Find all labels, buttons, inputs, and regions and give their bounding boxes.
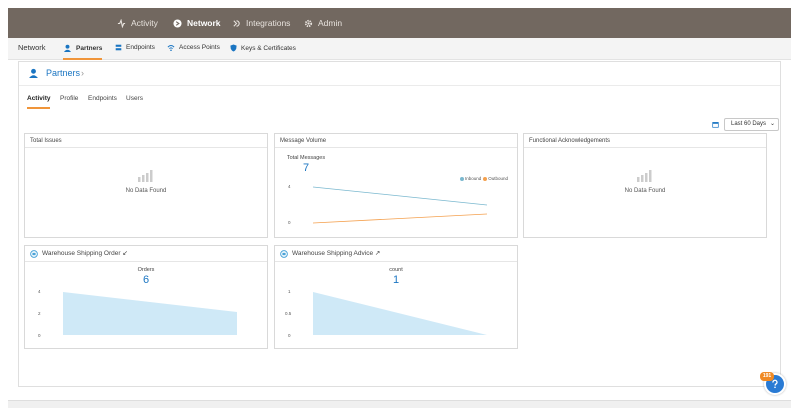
tab-users[interactable]: Users [126, 95, 143, 102]
active-tab-underline [27, 107, 50, 109]
nav-item-integrations[interactable]: Integrations [232, 8, 290, 38]
access-points-icon [167, 45, 175, 51]
partners-icon [29, 68, 38, 78]
partner-panel: Partners › Activity Profile Endpoints Us… [18, 61, 781, 387]
arrow-up-right-icon[interactable]: ↗ [375, 250, 380, 257]
date-range-select[interactable]: Last 60 Days ⌄ [724, 118, 779, 131]
breadcrumb-root[interactable]: Network [18, 43, 46, 52]
active-subnav-underline [63, 58, 102, 60]
card-title: Message Volume [275, 134, 517, 148]
subnav-item-endpoints[interactable]: Endpoints [115, 44, 155, 51]
arrow-down-left-icon[interactable]: ↙ [122, 250, 127, 257]
card-title: Warehouse Shipping Advice [292, 250, 374, 257]
no-data-text: No Data Found [125, 188, 167, 194]
nav-item-label: Integrations [246, 18, 291, 28]
metric-label: count [389, 267, 403, 273]
legend-swatch-outbound [483, 176, 488, 181]
metric-value: 1 [392, 274, 400, 286]
top-nav: Activity Network Integrations Admin [8, 8, 791, 38]
y-tick: 2 [38, 311, 41, 316]
subnav-item-label: Partners [76, 44, 103, 52]
page-title[interactable]: Partners [46, 68, 80, 78]
bar-chart-icon [637, 170, 652, 182]
nav-item-label: Admin [318, 18, 343, 28]
gear-icon [304, 19, 313, 27]
card-title: Warehouse Shipping Order [42, 250, 121, 257]
subnav-item-keys[interactable]: Keys & Certificates [230, 44, 296, 52]
count-area [313, 292, 487, 335]
legend-swatch-inbound [460, 176, 464, 181]
card-title: Functional Acknowledgements [524, 134, 766, 148]
legend-inbound[interactable]: Inbound [465, 176, 481, 181]
tab-endpoints[interactable]: Endpoints [88, 95, 117, 102]
y-tick: 0 [288, 333, 291, 338]
y-tick: 4 [288, 184, 291, 189]
chevron-down-icon: ⌄ [769, 121, 775, 127]
legend-outbound[interactable]: Outbound [488, 176, 508, 181]
message-volume-chart [313, 186, 488, 224]
activity-icon [117, 18, 126, 28]
tab-profile[interactable]: Profile [60, 95, 78, 102]
nav-item-activity[interactable]: Activity [117, 8, 158, 38]
no-data-text: No Data Found [624, 188, 666, 194]
endpoints-icon [115, 44, 122, 51]
metric-label: Total Messages [286, 155, 326, 161]
outbound-line [313, 213, 488, 224]
y-tick: 4 [38, 289, 41, 294]
metric-value: 7 [302, 162, 310, 174]
card-header: Warehouse Shipping Advice ↗ [275, 246, 517, 262]
subnav-item-label: Endpoints [126, 44, 155, 51]
chart-legend: Inbound Outbound [460, 176, 508, 181]
card-total-issues: Total Issues No Data Found [24, 133, 268, 238]
metric-label: Orders [137, 267, 155, 273]
integrations-icon [233, 19, 240, 27]
tab-activity[interactable]: Activity [27, 95, 50, 102]
nav-item-label: Network [187, 18, 221, 28]
subnav-item-partners[interactable]: Partners [63, 44, 102, 52]
partners-icon [63, 44, 72, 52]
chevron-right-icon[interactable]: › [81, 68, 84, 78]
subnav-item-label: Keys & Certificates [241, 44, 296, 52]
card-functional-ack: Functional Acknowledgements No Data Foun… [523, 133, 767, 238]
notification-badge[interactable]: 191 [760, 372, 774, 381]
panel-header: Partners › [19, 62, 780, 86]
shipping-order-chart [63, 292, 237, 335]
network-icon [173, 18, 182, 28]
y-tick: 0 [38, 333, 41, 338]
date-range-value: Last 60 Days [731, 121, 767, 127]
card-title: Total Issues [25, 134, 267, 148]
subnav-item-label: Access Points [179, 44, 220, 51]
bar-chart-icon [138, 170, 153, 182]
nav-item-label: Activity [131, 18, 158, 28]
app-frame: Activity Network Integrations Admin Netw… [8, 8, 791, 408]
card-header: Warehouse Shipping Order ↙ [25, 246, 267, 262]
metric-value: 6 [142, 274, 150, 286]
inbound-line [313, 186, 488, 206]
y-tick: 1 [288, 289, 291, 294]
card-message-volume: Message Volume Total Messages 7 Inbound … [274, 133, 518, 238]
nav-item-admin[interactable]: Admin [304, 8, 342, 38]
date-range-picker: Last 60 Days ⌄ [712, 118, 779, 131]
card-shipping-order: Warehouse Shipping Order ↙ Orders 6 4 2 … [24, 245, 268, 349]
shield-icon [230, 44, 237, 52]
nav-item-network[interactable]: Network [173, 8, 221, 38]
bottom-strip [8, 400, 791, 408]
y-tick: 0.5 [285, 311, 292, 316]
y-tick: 0 [288, 220, 291, 225]
sub-nav: Network Partners Endpoints Access Points… [8, 38, 791, 60]
orders-area [63, 292, 237, 335]
subnav-item-access-points[interactable]: Access Points [167, 44, 220, 51]
shipping-advice-chart [313, 292, 487, 335]
calendar-icon[interactable] [712, 121, 719, 128]
card-shipping-advice: Warehouse Shipping Advice ↗ count 1 1 0.… [274, 245, 518, 349]
